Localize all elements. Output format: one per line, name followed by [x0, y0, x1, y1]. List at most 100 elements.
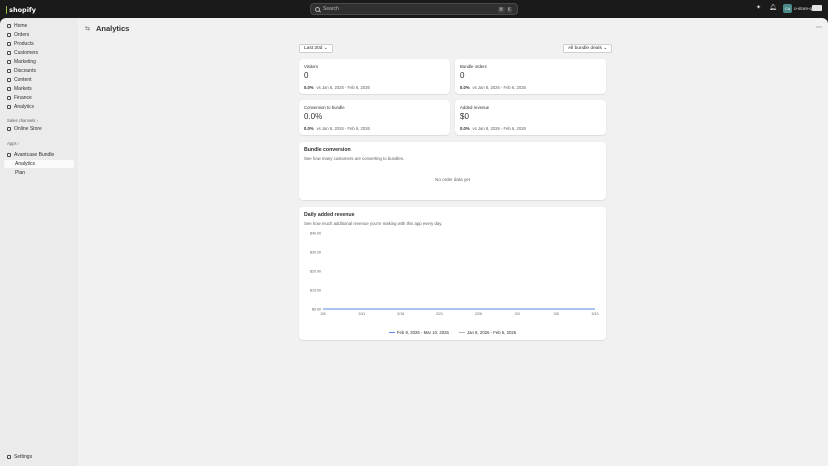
bundle-conversion-card: Bundle conversion See how many customers… — [299, 142, 606, 200]
date-range-button[interactable]: Last 30d ⌄ — [299, 44, 333, 53]
sidebar-item-orders[interactable]: Orders — [4, 31, 74, 39]
sidebar-item-online-store[interactable]: Online Store — [4, 125, 74, 133]
legend-label: Feb 8, 2026 - Mar 10, 2026 — [396, 330, 449, 335]
sales-channels-heading[interactable]: Sales channels › — [7, 118, 38, 123]
x-tick-label: 2/26 — [475, 312, 482, 316]
sidebar-item-app[interactable]: Avantcase Bundle — [4, 151, 74, 159]
sidebar-item-content[interactable]: Content — [4, 76, 74, 84]
metric-card-visitors: Visitors 0 0.0% vs Jan 8, 2026 - Feb 6, … — [299, 59, 450, 94]
globe-icon — [7, 87, 11, 91]
metric-value: 0 — [460, 71, 465, 80]
sidebar-item-label: Avantcase Bundle — [14, 152, 55, 158]
x-tick-label: 3/13 — [592, 312, 599, 316]
sidebar-item-settings[interactable]: Settings — [4, 453, 74, 461]
bank-icon — [7, 96, 11, 100]
sidebar-subitem-analytics[interactable]: Analytics — [4, 160, 74, 168]
chart-legend: Feb 8, 2026 - Mar 10, 2026 Jan 8, 2026 -… — [299, 330, 606, 335]
sidebar-item-marketing[interactable]: Marketing — [4, 58, 74, 66]
bundle-filter-select[interactable]: All bundle deals ⌄ — [563, 44, 613, 53]
top-bar: shopify Search ⌘ K ✦ 🔔︎ Cd o-store-qa — [0, 0, 828, 18]
chart-icon — [7, 105, 11, 109]
legend-label: Jan 8, 2026 - Feb 6, 2026 — [466, 330, 517, 335]
metric-change: 0.0% — [460, 126, 470, 131]
metric-change: 0.0% — [460, 85, 470, 90]
bell-icon[interactable]: 🔔︎ — [769, 5, 777, 12]
metric-comparison: 0.0% vs Jan 8, 2026 - Feb 6, 2026 — [304, 85, 370, 90]
legend-swatch-current — [388, 332, 395, 333]
command-key: ⌘ — [497, 6, 505, 13]
person-icon — [7, 51, 11, 55]
app-icon — [7, 153, 11, 157]
date-range-label: Last 30d — [304, 46, 323, 51]
sidebar-subitem-plan[interactable]: Plan — [4, 169, 74, 177]
x-tick-label: 2/11 — [358, 312, 365, 316]
y-tick-label: $30.00 — [310, 251, 321, 255]
sidebar-item-home[interactable]: Home — [4, 22, 74, 30]
sidebar-item-label: Content — [14, 77, 32, 83]
y-tick-label: $10.00 — [310, 289, 321, 293]
metric-label: Added revenue — [460, 105, 490, 110]
metric-compare-range: vs Jan 8, 2026 - Feb 6, 2026 — [316, 126, 370, 131]
metric-change: 0.0% — [304, 126, 314, 131]
metric-comparison: 0.0% vs Jan 8, 2026 - Feb 6, 2026 — [304, 126, 370, 131]
sidebar-item-label: Orders — [14, 32, 30, 38]
metric-card-bundle-orders: Bundle orders 0 0.0% vs Jan 8, 2026 - Fe… — [455, 59, 606, 94]
search-placeholder: Search — [323, 6, 339, 12]
k-key: K — [506, 6, 512, 13]
sidebar-item-label: Settings — [14, 454, 33, 460]
metric-label: Conversion to bundle — [304, 105, 345, 110]
more-actions-icon[interactable]: ⋯ — [816, 24, 822, 31]
metric-label: Bundle orders — [460, 64, 487, 69]
y-tick-label: $40.00 — [310, 232, 321, 236]
x-tick-label: 3/3 — [515, 312, 520, 316]
shopify-bag-icon — [6, 5, 8, 14]
logo-text: shopify — [9, 5, 36, 14]
sales-channels-label: Sales channels — [7, 118, 36, 123]
y-tick-label: $20.00 — [310, 270, 321, 274]
metric-change: 0.0% — [304, 85, 314, 90]
discount-icon — [7, 69, 11, 73]
sidebar-item-analytics[interactable]: Analytics — [4, 103, 74, 111]
x-tick-label: 2/21 — [436, 312, 443, 316]
sidebar: Home Orders Products Customers Marketing… — [0, 18, 78, 466]
daily-revenue-card: Daily added revenue See how much additio… — [299, 207, 606, 340]
sidebar-item-markets[interactable]: Markets — [4, 85, 74, 93]
sidebar-item-discounts[interactable]: Discounts — [4, 67, 74, 75]
x-tick-label: 2/16 — [397, 312, 404, 316]
metric-comparison: 0.0% vs Jan 8, 2026 - Feb 6, 2026 — [460, 126, 526, 131]
sidebar-item-label: Online Store — [14, 126, 42, 132]
metric-card-added-revenue: Added revenue $0 0.0% vs Jan 8, 2026 - F… — [455, 100, 606, 135]
sidebar-item-label: Analytics — [15, 161, 36, 167]
sidebar-item-label: Analytics — [14, 104, 35, 110]
legend-swatch-previous — [458, 332, 465, 333]
sidebar-item-products[interactable]: Products — [4, 40, 74, 48]
sidebar-item-label: Finance — [14, 95, 32, 101]
orders-icon — [7, 33, 11, 37]
page-title: Analytics — [96, 24, 130, 33]
empty-state-text: No order data yet — [435, 177, 470, 182]
back-arrow-icon[interactable]: ⇆ — [85, 25, 90, 32]
metric-value: 0 — [304, 71, 309, 80]
apps-heading[interactable]: Apps › — [7, 141, 19, 146]
sidebar-item-label: Customers — [14, 50, 39, 56]
sidebar-item-customers[interactable]: Customers — [4, 49, 74, 57]
legend-item[interactable]: Jan 8, 2026 - Feb 6, 2026 — [458, 330, 517, 335]
gear-icon — [7, 455, 11, 459]
metric-value: $0 — [460, 112, 469, 121]
avatar[interactable]: Cd — [783, 4, 792, 13]
target-icon — [7, 60, 11, 64]
bundle-filter-label: All bundle deals — [568, 46, 602, 51]
legend-item[interactable]: Feb 8, 2026 - Mar 10, 2026 — [388, 330, 449, 335]
metric-value: 0.0% — [304, 112, 323, 121]
sidebar-item-finance[interactable]: Finance — [4, 94, 74, 102]
x-tick-label: 3/8 — [554, 312, 559, 316]
card-title: Bundle conversion — [304, 147, 351, 153]
shopify-logo[interactable]: shopify — [6, 5, 36, 14]
metric-compare-range: vs Jan 8, 2026 - Feb 6, 2026 — [472, 85, 526, 90]
metric-card-conversion: Conversion to bundle 0.0% 0.0% vs Jan 8,… — [299, 100, 450, 135]
search-bar[interactable]: Search ⌘ K — [310, 3, 518, 15]
revenue-line-chart: $0.00 $10.00 $20.00 $30.00 $40.00 2/6 2/11 2/16… — [310, 232, 599, 317]
main-content: ⇆ Analytics ⋯ Last 30d ⌄ All bundle deal… — [78, 18, 828, 466]
sidekick-icon[interactable]: ✦ — [755, 5, 762, 12]
y-tick-label: $0.00 — [312, 308, 321, 312]
